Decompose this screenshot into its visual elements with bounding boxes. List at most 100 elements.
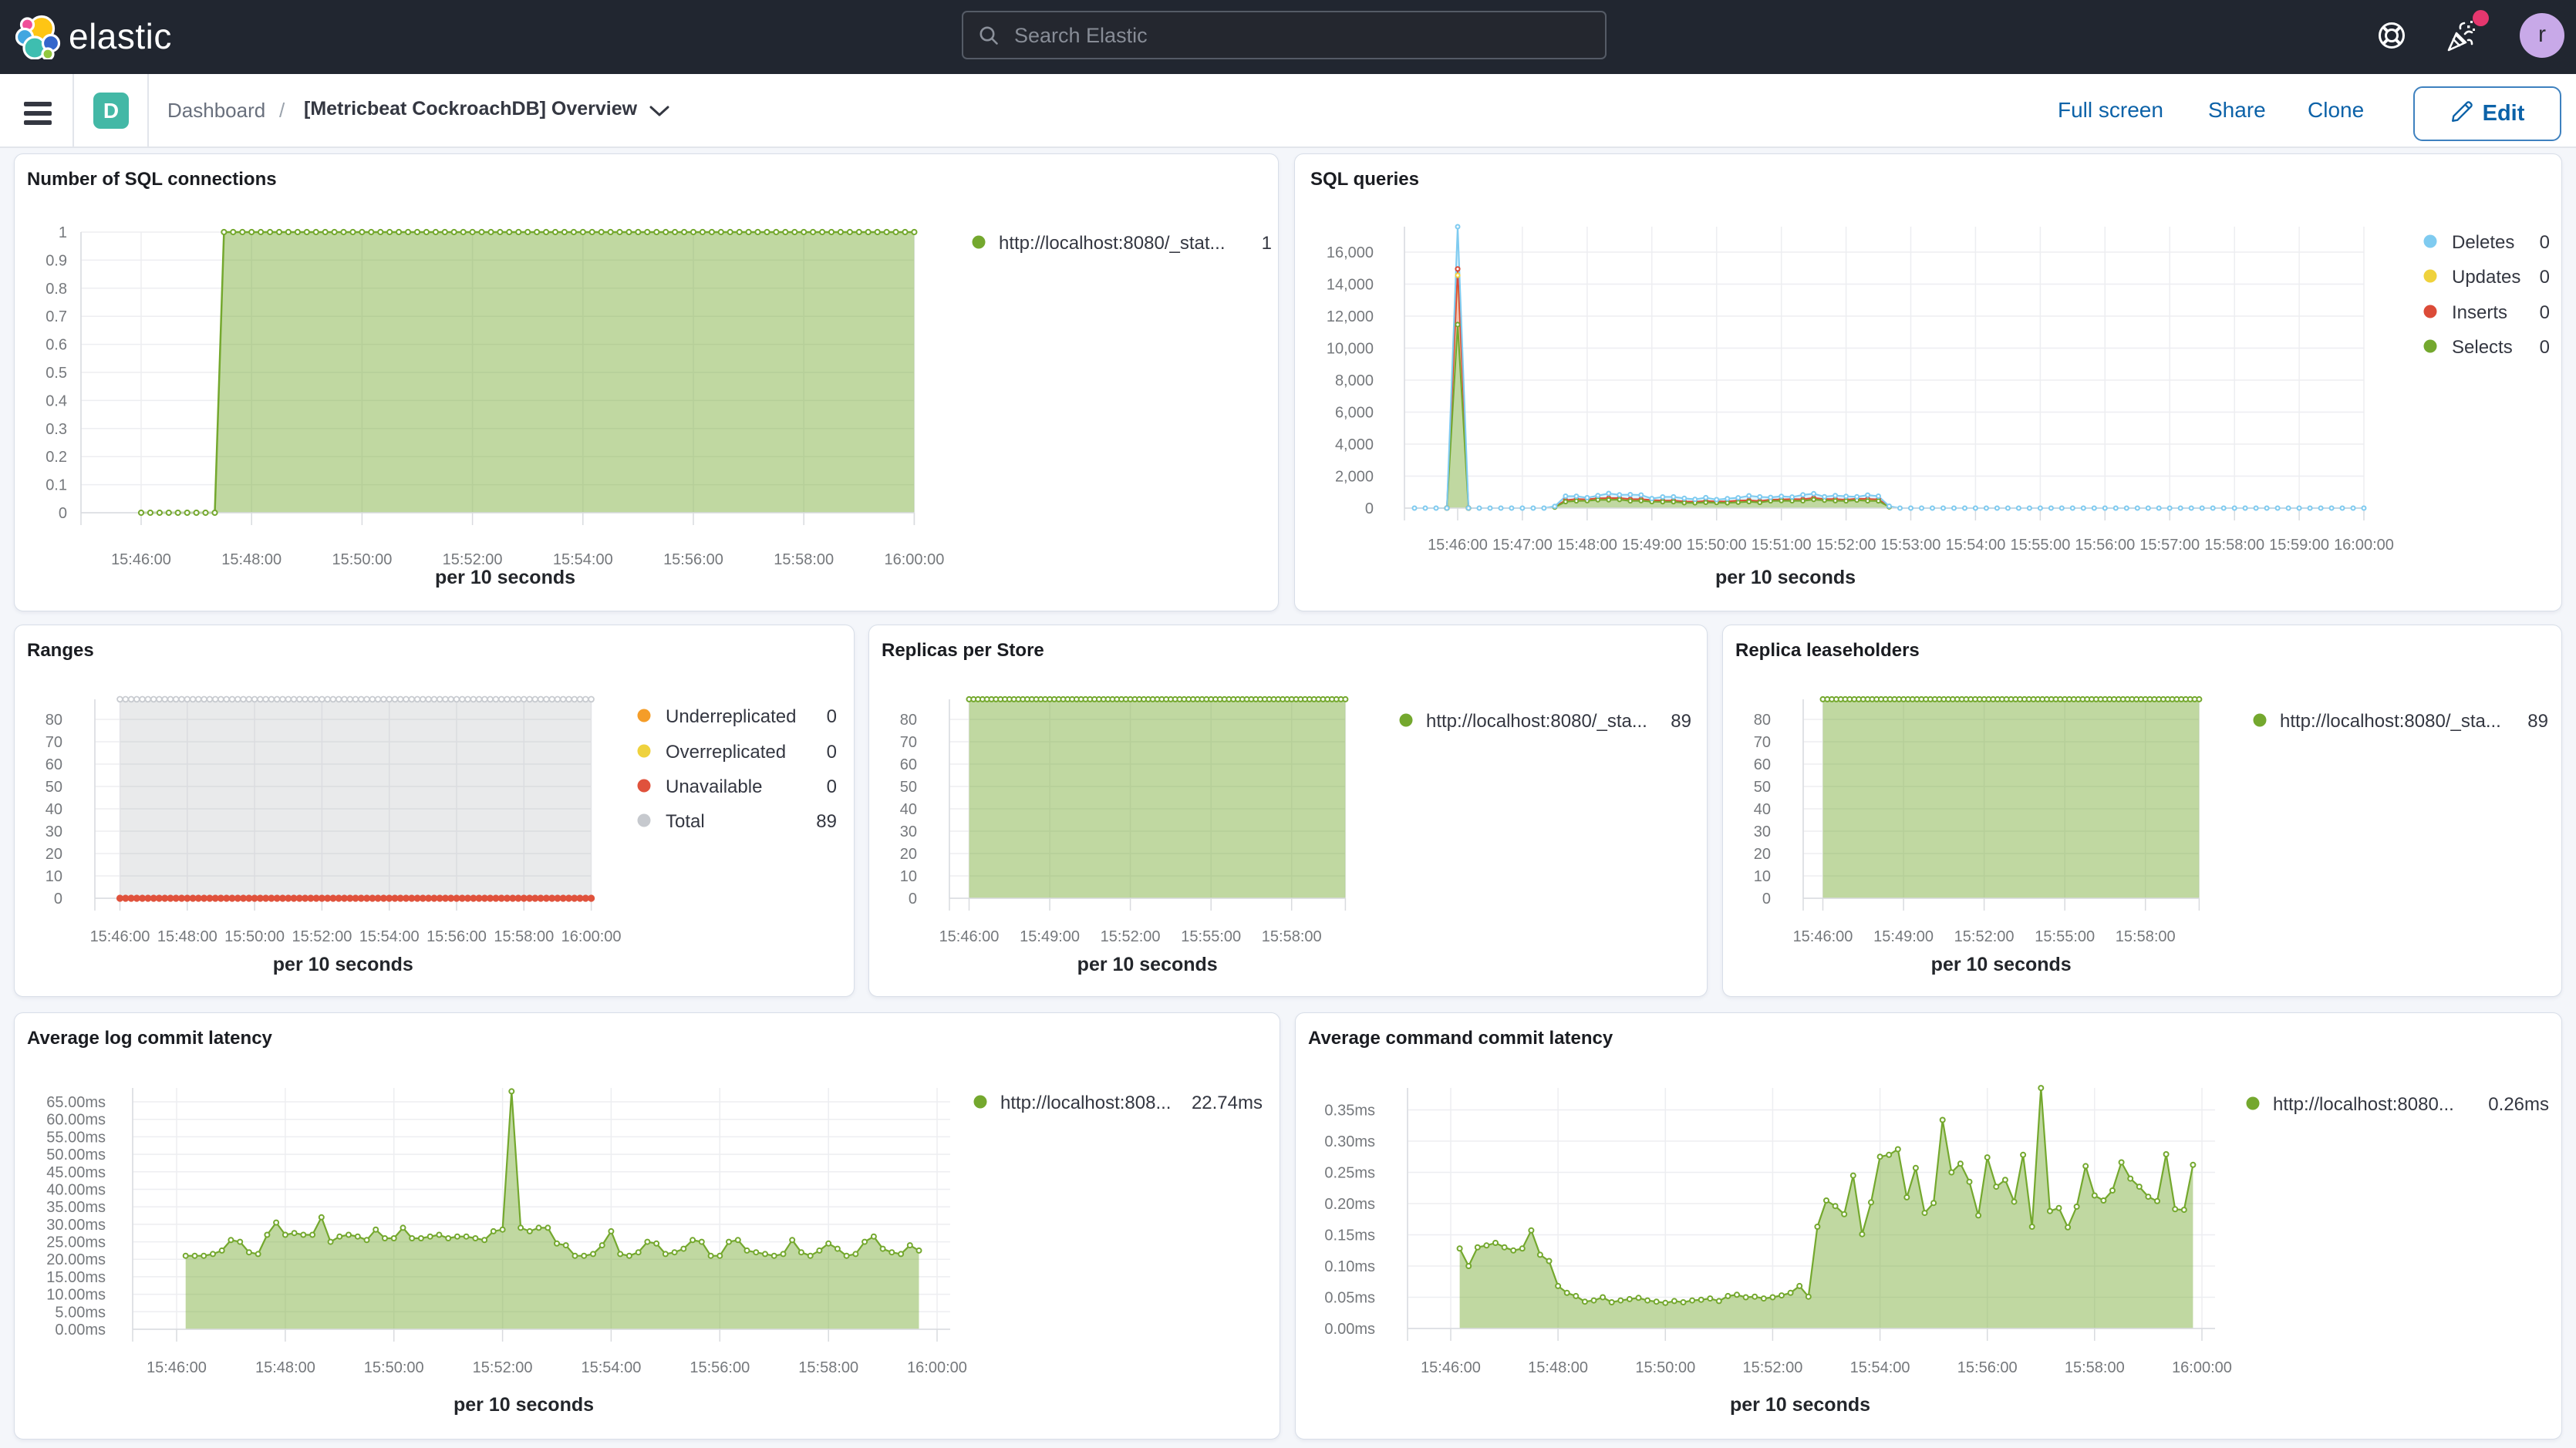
svg-text:40: 40 xyxy=(900,801,917,818)
svg-text:Selects: Selects xyxy=(2452,337,2513,358)
svg-text:15:52:00: 15:52:00 xyxy=(473,1359,533,1376)
svg-text:30: 30 xyxy=(46,823,62,840)
svg-text:25.00ms: 25.00ms xyxy=(46,1234,106,1251)
svg-text:Updates: Updates xyxy=(2452,267,2520,288)
svg-text:60.00ms: 60.00ms xyxy=(46,1112,106,1129)
svg-text:30: 30 xyxy=(900,823,917,840)
svg-text:6,000: 6,000 xyxy=(1335,405,1374,422)
svg-text:15:54:00: 15:54:00 xyxy=(359,928,420,945)
svg-text:50.00ms: 50.00ms xyxy=(46,1147,106,1163)
svg-text:per 10 seconds: per 10 seconds xyxy=(1077,954,1218,975)
svg-text:16:00:00: 16:00:00 xyxy=(884,551,944,568)
svg-text:30: 30 xyxy=(1754,823,1771,840)
svg-text:0: 0 xyxy=(1762,891,1771,908)
svg-text:15:56:00: 15:56:00 xyxy=(427,928,487,945)
svg-text:http://localhost:8080/_stat...: http://localhost:8080/_stat... xyxy=(999,233,1226,254)
svg-text:0.1: 0.1 xyxy=(46,477,67,494)
svg-text:0: 0 xyxy=(54,891,62,908)
svg-text:0.26ms: 0.26ms xyxy=(2488,1094,2549,1115)
svg-text:16:00:00: 16:00:00 xyxy=(561,928,622,945)
svg-text:15:46:00: 15:46:00 xyxy=(1421,1359,1481,1376)
svg-text:16:00:00: 16:00:00 xyxy=(907,1359,967,1376)
svg-text:70: 70 xyxy=(46,734,62,751)
svg-text:10: 10 xyxy=(1754,868,1771,885)
svg-text:0.25ms: 0.25ms xyxy=(1324,1165,1375,1182)
svg-text:15:53:00: 15:53:00 xyxy=(1881,537,1941,554)
svg-text:80: 80 xyxy=(1754,712,1771,729)
svg-text:15:52:00: 15:52:00 xyxy=(1816,537,1876,554)
svg-text:0.4: 0.4 xyxy=(46,392,67,409)
svg-text:0: 0 xyxy=(909,891,917,908)
svg-text:20.00ms: 20.00ms xyxy=(46,1251,106,1268)
svg-text:0.30ms: 0.30ms xyxy=(1324,1133,1375,1150)
svg-text:http://localhost:8080...: http://localhost:8080... xyxy=(2273,1094,2454,1115)
svg-text:60: 60 xyxy=(1754,756,1771,773)
svg-text:15:48:00: 15:48:00 xyxy=(1557,537,1617,554)
svg-text:35.00ms: 35.00ms xyxy=(46,1199,106,1216)
svg-text:15:57:00: 15:57:00 xyxy=(2139,537,2200,554)
svg-text:65.00ms: 65.00ms xyxy=(46,1094,106,1111)
svg-text:50: 50 xyxy=(900,779,917,796)
svg-text:0: 0 xyxy=(827,706,837,727)
svg-text:15:52:00: 15:52:00 xyxy=(292,928,352,945)
svg-text:16,000: 16,000 xyxy=(1327,244,1374,261)
svg-text:15:47:00: 15:47:00 xyxy=(1492,537,1553,554)
svg-text:15:50:00: 15:50:00 xyxy=(364,1359,424,1376)
svg-text:4,000: 4,000 xyxy=(1335,436,1374,453)
svg-text:15:52:00: 15:52:00 xyxy=(443,551,503,568)
svg-text:15:46:00: 15:46:00 xyxy=(939,928,1000,945)
svg-text:15:52:00: 15:52:00 xyxy=(1742,1359,1802,1376)
svg-text:15:50:00: 15:50:00 xyxy=(332,551,392,568)
svg-text:15:49:00: 15:49:00 xyxy=(1873,928,1934,945)
svg-text:15:58:00: 15:58:00 xyxy=(2116,928,2176,945)
svg-text:per 10 seconds: per 10 seconds xyxy=(273,954,413,975)
svg-text:70: 70 xyxy=(1754,734,1771,751)
svg-text:2,000: 2,000 xyxy=(1335,469,1374,486)
svg-text:15:48:00: 15:48:00 xyxy=(255,1359,315,1376)
svg-text:10: 10 xyxy=(46,868,62,885)
svg-text:http://localhost:8080/_sta...: http://localhost:8080/_sta... xyxy=(2280,711,2501,732)
svg-text:1: 1 xyxy=(59,224,67,241)
svg-text:per 10 seconds: per 10 seconds xyxy=(1715,567,1856,588)
svg-text:0: 0 xyxy=(2540,232,2550,253)
svg-text:20: 20 xyxy=(900,846,917,863)
svg-text:12,000: 12,000 xyxy=(1327,308,1374,325)
svg-text:40: 40 xyxy=(1754,801,1771,818)
svg-text:15:58:00: 15:58:00 xyxy=(1262,928,1322,945)
svg-text:14,000: 14,000 xyxy=(1327,277,1374,294)
svg-text:15:54:00: 15:54:00 xyxy=(553,551,613,568)
svg-text:20: 20 xyxy=(46,846,62,863)
svg-text:15:54:00: 15:54:00 xyxy=(1945,537,2005,554)
svg-text:15:58:00: 15:58:00 xyxy=(2065,1359,2125,1376)
svg-text:10.00ms: 10.00ms xyxy=(46,1287,106,1304)
svg-text:15:58:00: 15:58:00 xyxy=(494,928,554,945)
svg-text:0.10ms: 0.10ms xyxy=(1324,1258,1375,1275)
svg-text:15:55:00: 15:55:00 xyxy=(2035,928,2095,945)
svg-text:per 10 seconds: per 10 seconds xyxy=(1931,954,2072,975)
svg-text:0.15ms: 0.15ms xyxy=(1324,1227,1375,1244)
svg-text:15:58:00: 15:58:00 xyxy=(798,1359,858,1376)
svg-text:Average log commit latency: Average log commit latency xyxy=(27,1028,273,1049)
svg-text:15:54:00: 15:54:00 xyxy=(1850,1359,1910,1376)
svg-text:15:49:00: 15:49:00 xyxy=(1020,928,1080,945)
svg-text:Deletes: Deletes xyxy=(2452,232,2514,253)
svg-text:15:58:00: 15:58:00 xyxy=(774,551,834,568)
svg-text:16:00:00: 16:00:00 xyxy=(2334,537,2394,554)
svg-text:Overreplicated: Overreplicated xyxy=(666,742,786,763)
svg-text:15:50:00: 15:50:00 xyxy=(1687,537,1747,554)
svg-text:per 10 seconds: per 10 seconds xyxy=(453,1394,594,1416)
svg-text:http://localhost:8080/_sta...: http://localhost:8080/_sta... xyxy=(1426,711,1647,732)
svg-text:10,000: 10,000 xyxy=(1327,341,1374,358)
svg-text:0.35ms: 0.35ms xyxy=(1324,1103,1375,1120)
svg-text:15:55:00: 15:55:00 xyxy=(1181,928,1241,945)
svg-text:15:50:00: 15:50:00 xyxy=(1635,1359,1695,1376)
svg-text:0.00ms: 0.00ms xyxy=(55,1322,106,1339)
svg-text:15.00ms: 15.00ms xyxy=(46,1269,106,1286)
svg-text:15:46:00: 15:46:00 xyxy=(1428,537,1488,554)
svg-text:15:46:00: 15:46:00 xyxy=(147,1359,207,1376)
svg-text:0: 0 xyxy=(2540,267,2550,288)
svg-text:1: 1 xyxy=(1262,233,1272,254)
svg-text:Number of SQL connections: Number of SQL connections xyxy=(27,169,277,190)
svg-text:15:56:00: 15:56:00 xyxy=(663,551,723,568)
svg-text:15:59:00: 15:59:00 xyxy=(2269,537,2329,554)
